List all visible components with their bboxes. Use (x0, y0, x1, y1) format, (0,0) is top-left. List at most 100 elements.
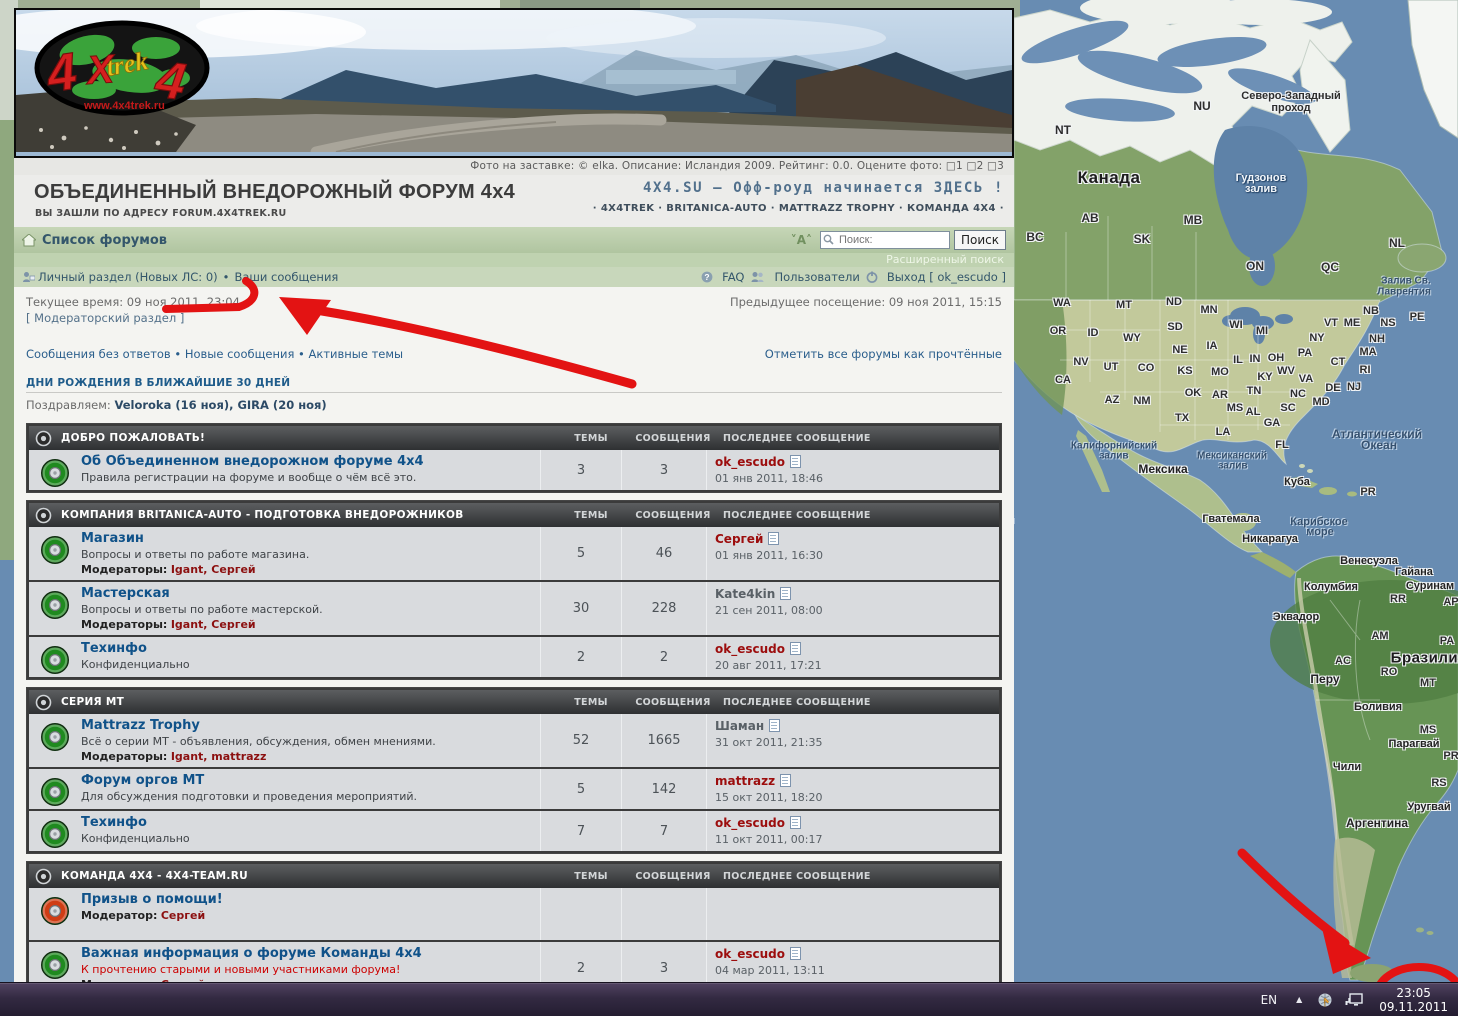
show-hidden-icons-button[interactable]: ▲ (1287, 995, 1311, 1004)
birthdays-people[interactable]: Veloroka (16 ноя), GIRA (20 ноя) (114, 398, 326, 412)
active-topics-link[interactable]: Активные темы (309, 347, 404, 361)
taskbar[interactable]: EN ▲ 23:05 09.11.2011 (0, 982, 1458, 1016)
moderator-links[interactable]: Сергей (161, 909, 205, 922)
posts-count: 142 (621, 769, 706, 809)
column-last-post: ПОСЛЕДНЕЕ СООБЩЕНИЕ (715, 433, 999, 444)
network-tray-icon[interactable] (1339, 992, 1369, 1007)
category-header: СЕРИЯ МТ ТЕМЫ СООБЩЕНИЯ ПОСЛЕДНЕЕ СООБЩЕ… (29, 690, 999, 714)
members-link[interactable]: Пользователи (774, 270, 859, 284)
new-posts-link[interactable]: Новые сообщения (185, 347, 295, 361)
column-topics: ТЕМЫ (551, 871, 631, 882)
forum-main-cell: Призыв о помощи! Модератор: Сергей (81, 888, 540, 940)
unanswered-link[interactable]: Сообщения без ответов (26, 347, 171, 361)
last-post-user[interactable]: ok_escudo (715, 455, 785, 469)
last-post-page-icon[interactable] (790, 642, 801, 655)
category-rows: Призыв о помощи! Модератор: Сергей (29, 888, 999, 983)
members-icon (750, 271, 765, 283)
category-title[interactable]: ДОБРО ПОЖАЛОВАТЬ! (61, 432, 551, 444)
moderator-section-link[interactable]: [ Модераторский раздел ] (26, 311, 184, 325)
forum-moderators: Модераторы: Igant, Сергей (81, 618, 534, 631)
logout-link[interactable]: Выход [ ok_escudo ] (887, 270, 1006, 284)
forum-description: Вопросы и ответы по работе мастерской. (81, 603, 534, 616)
4x4trek-logo[interactable]: 4 X trek 4 www.4x4trek.ru (32, 18, 212, 118)
forum-category: СЕРИЯ МТ ТЕМЫ СООБЩЕНИЯ ПОСЛЕДНЕЕ СООБЩЕ… (26, 687, 1002, 854)
topics-count: 3 (540, 450, 621, 490)
forum-description: Вопросы и ответы по работе магазина. (81, 548, 534, 561)
mark-read-link[interactable]: Отметить все форумы как прочтённые (765, 347, 1002, 361)
current-time: Текущее время: 09 ноя 2011, 23:04 (26, 295, 240, 309)
last-post-user[interactable]: ok_escudo (715, 816, 785, 830)
category-wheel-icon (35, 507, 52, 524)
last-post-user[interactable]: Шаман (715, 719, 764, 733)
forum-row: Техинфо Конфиденциально 7 7 ok_escudo 11… (29, 809, 999, 851)
forum-link[interactable]: Важная информация о форуме Команды 4x4 (81, 946, 422, 961)
faq-link[interactable]: FAQ (722, 270, 744, 284)
category-title[interactable]: КОМПАНИЯ BRITANICA-AUTO - ПОДГОТОВКА ВНЕ… (61, 509, 551, 521)
posts-count: 7 (621, 811, 706, 851)
search-button[interactable]: Поиск (954, 230, 1006, 250)
last-post-user[interactable]: ok_escudo (715, 642, 785, 656)
font-size-widget[interactable]: ˅A˄ (791, 233, 812, 247)
last-post-cell: Сергей 01 янв 2011, 16:30 (706, 527, 999, 580)
forum-link[interactable]: Форум оргов МТ (81, 773, 204, 788)
moderators-label: Модераторы: (81, 563, 167, 576)
touch-input-tray-icon[interactable] (1311, 992, 1339, 1008)
last-post-page-icon[interactable] (790, 947, 801, 960)
forum-list: ДОБРО ПОЖАЛОВАТЬ! ТЕМЫ СООБЩЕНИЯ ПОСЛЕДН… (26, 423, 1002, 983)
wheel-icon (39, 457, 71, 489)
moderator-links[interactable]: Igant, Сергей (171, 618, 256, 631)
forum-link[interactable]: Об Объединенном внедорожном форуме 4x4 (81, 454, 424, 469)
forum-main-cell: Об Объединенном внедорожном форуме 4x4 П… (81, 450, 540, 490)
forum-link[interactable]: Призыв о помощи! (81, 892, 223, 907)
category-title[interactable]: СЕРИЯ МТ (61, 696, 551, 708)
last-post-user[interactable]: mattrazz (715, 774, 775, 788)
logout-icon (866, 271, 878, 283)
advanced-search-link[interactable]: Расширенный поиск (886, 253, 1004, 266)
topics-count: 5 (540, 527, 621, 580)
moderators-label: Модераторы: (81, 618, 167, 631)
forum-link[interactable]: Техинфо (81, 641, 147, 656)
wheel-icon (39, 776, 71, 808)
posts-count: 46 (621, 527, 706, 580)
column-last-post: ПОСЛЕДНЕЕ СООБЩЕНИЕ (715, 510, 999, 521)
masthead: ОБЪЕДИНЕННЫЙ ВНЕДОРОЖНЫЙ ФОРУМ 4x4 ВЫ ЗА… (14, 175, 1014, 227)
partner-links[interactable]: · 4X4TREK · BRITANICA-AUTO · MATTRAZZ TR… (593, 203, 1004, 214)
last-post-page-icon[interactable] (790, 816, 801, 829)
forum-icon-cell (29, 527, 81, 580)
last-post-cell (706, 888, 999, 940)
last-post-page-icon[interactable] (790, 455, 801, 468)
forum-link[interactable]: Техинфо (81, 815, 147, 830)
forum-link[interactable]: Mattrazz Trophy (81, 718, 200, 733)
page-title: ОБЪЕДИНЕННЫЙ ВНЕДОРОЖНЫЙ ФОРУМ 4x4 (34, 181, 515, 204)
last-post-page-icon[interactable] (769, 719, 780, 732)
posts-count: 2 (621, 637, 706, 677)
last-post-date: 20 авг 2011, 17:21 (715, 659, 991, 672)
moderator-links[interactable]: Igant, mattrazz (171, 750, 267, 763)
search-input[interactable] (820, 231, 950, 249)
last-post-user[interactable]: ok_escudo (715, 947, 785, 961)
forum-main-cell: Мастерская Вопросы и ответы по работе ма… (81, 582, 540, 635)
last-post-user[interactable]: Kate4kin (715, 587, 775, 601)
forum-link[interactable]: Мастерская (81, 586, 170, 601)
forum-description: Для обсуждения подготовки и проведения м… (81, 790, 534, 803)
language-indicator[interactable]: EN (1251, 993, 1288, 1007)
forum-moderators: Модераторы: Igant, mattrazz (81, 750, 534, 763)
your-posts-link[interactable]: Ваши сообщения (218, 270, 339, 284)
private-messages-icon (22, 271, 35, 283)
forum-icon-cell (29, 637, 81, 677)
last-post-user[interactable]: Сергей (715, 532, 763, 546)
taskbar-clock[interactable]: 23:05 09.11.2011 (1379, 986, 1448, 1014)
column-posts: СООБЩЕНИЯ (631, 433, 715, 444)
last-post-date: 11 окт 2011, 00:17 (715, 833, 991, 846)
board-index-link[interactable]: Список форумов (42, 233, 167, 248)
category-header: КОМАНДА 4X4 - 4X4-TEAM.RU ТЕМЫ СООБЩЕНИЯ… (29, 864, 999, 888)
system-tray: EN ▲ 23:05 09.11.2011 (1251, 986, 1458, 1014)
last-post-page-icon[interactable] (780, 774, 791, 787)
last-post-page-icon[interactable] (768, 532, 779, 545)
category-title[interactable]: КОМАНДА 4X4 - 4X4-TEAM.RU (61, 870, 551, 882)
forum-link[interactable]: Магазин (81, 531, 144, 546)
moderator-links[interactable]: Igant, Сергей (171, 563, 256, 576)
last-post-page-icon[interactable] (780, 587, 791, 600)
private-section-link[interactable]: Личный раздел (Новых ЛС: 0) (38, 270, 218, 284)
clock-date: 09.11.2011 (1379, 1000, 1448, 1014)
